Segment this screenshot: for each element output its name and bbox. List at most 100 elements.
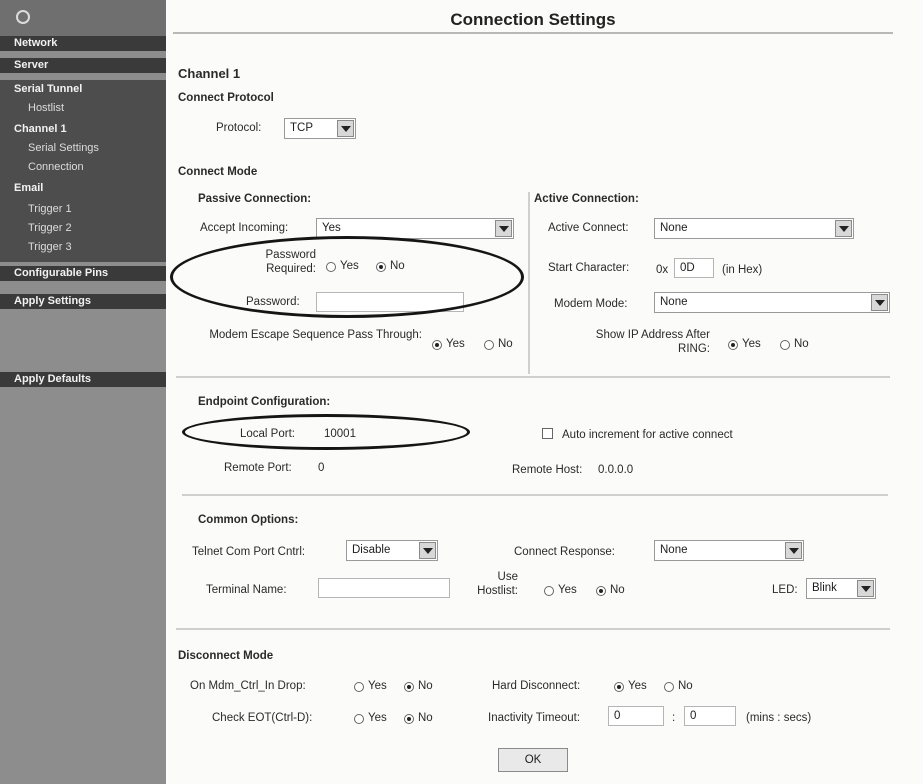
connect-response-select[interactable]: None — [654, 540, 804, 561]
connect-response-value: None — [660, 544, 688, 556]
show-ip-no-radio[interactable] — [780, 340, 790, 350]
show-ip-label: Show IP Address After RING: — [595, 329, 710, 355]
use-hostlist-yes-label: Yes — [558, 584, 577, 596]
ok-button[interactable]: OK — [498, 748, 568, 772]
local-port-annotation-ellipse — [182, 414, 470, 450]
use-hostlist-yes-radio[interactable] — [544, 586, 554, 596]
page-title: Connection Settings — [173, 8, 893, 34]
accept-incoming-value: Yes — [322, 222, 341, 234]
common-options-heading: Common Options: — [198, 514, 299, 526]
chevron-down-icon[interactable] — [857, 580, 874, 597]
show-ip-yes-radio[interactable] — [728, 340, 738, 350]
remote-host-label: Remote Host: — [512, 464, 583, 476]
led-value: Blink — [812, 582, 837, 594]
auto-increment-label: Auto increment for active connect — [562, 429, 733, 441]
led-label: LED: — [772, 584, 798, 596]
modem-escape-no-label: No — [498, 338, 513, 350]
chevron-down-icon[interactable] — [785, 542, 802, 559]
channel-heading: Channel 1 — [178, 66, 241, 81]
sidebar-item-configurable-pins[interactable]: Configurable Pins — [0, 266, 166, 281]
start-character-unit: (in Hex) — [722, 264, 763, 276]
use-hostlist-label: Use Hostlist: — [477, 571, 518, 597]
sidebar-item-trigger-3[interactable]: Trigger 3 — [0, 240, 166, 255]
divider — [176, 376, 890, 378]
main-panel — [166, 0, 923, 784]
terminal-name-label: Terminal Name: — [206, 584, 287, 596]
chevron-down-icon[interactable] — [835, 220, 852, 237]
inactivity-sec-input[interactable]: 0 — [684, 706, 736, 726]
modem-mode-label: Modem Mode: — [554, 298, 628, 310]
modem-escape-yes-label: Yes — [446, 338, 465, 350]
sidebar-item-trigger-2[interactable]: Trigger 2 — [0, 221, 166, 236]
modem-escape-label: Modem Escape Sequence Pass Through: — [209, 329, 422, 341]
sidebar-item-hostlist[interactable]: Hostlist — [0, 101, 166, 116]
hard-disconnect-yes-label: Yes — [628, 680, 647, 692]
show-ip-yes-label: Yes — [742, 338, 761, 350]
protocol-select[interactable]: TCP — [284, 118, 356, 139]
connect-protocol-heading: Connect Protocol — [178, 92, 274, 104]
passive-connection-heading: Passive Connection: — [198, 193, 312, 205]
logo-icon — [16, 10, 30, 24]
check-eot-label: Check EOT(Ctrl-D): — [212, 712, 313, 724]
inactivity-timeout-label: Inactivity Timeout: — [488, 712, 581, 724]
sidebar-item-apply-settings[interactable]: Apply Settings — [0, 294, 166, 309]
led-select[interactable]: Blink — [806, 578, 876, 599]
auto-increment-checkbox[interactable] — [542, 428, 553, 439]
on-mdm-label: On Mdm_Ctrl_In Drop: — [190, 680, 306, 692]
sidebar-item-email[interactable]: Email — [0, 181, 166, 196]
sidebar-item-connection[interactable]: Connection — [0, 160, 166, 175]
sidebar: Network Server Serial Tunnel Hostlist Ch… — [0, 0, 166, 784]
terminal-name-input[interactable] — [318, 578, 450, 598]
start-character-prefix: 0x — [656, 264, 669, 276]
use-hostlist-no-label: No — [610, 584, 625, 596]
chevron-down-icon[interactable] — [495, 220, 512, 237]
accept-incoming-label: Accept Incoming: — [200, 222, 289, 234]
disconnect-mode-heading: Disconnect Mode — [178, 650, 274, 662]
hard-disconnect-no-radio[interactable] — [664, 682, 674, 692]
active-connection-heading: Active Connection: — [534, 193, 639, 205]
modem-escape-no-radio[interactable] — [484, 340, 494, 350]
logo-bar — [0, 0, 166, 36]
active-connect-label: Active Connect: — [548, 222, 629, 234]
sidebar-item-apply-defaults[interactable]: Apply Defaults — [0, 372, 166, 387]
remote-host-value[interactable]: 0.0.0.0 — [598, 464, 633, 476]
check-eot-no-label: No — [418, 712, 433, 724]
inactivity-min-input[interactable]: 0 — [608, 706, 664, 726]
start-character-input[interactable]: 0D — [674, 258, 714, 278]
connect-mode-heading: Connect Mode — [178, 166, 258, 178]
divider — [176, 628, 890, 630]
sidebar-item-serial-tunnel[interactable]: Serial Tunnel — [0, 82, 166, 97]
remote-port-value[interactable]: 0 — [318, 462, 324, 474]
inactivity-sec-value: 0 — [690, 710, 697, 722]
chevron-down-icon[interactable] — [419, 542, 436, 559]
modem-escape-yes-radio[interactable] — [432, 340, 442, 350]
check-eot-yes-radio[interactable] — [354, 714, 364, 724]
hard-disconnect-yes-radio[interactable] — [614, 682, 624, 692]
on-mdm-no-label: No — [418, 680, 433, 692]
protocol-label: Protocol: — [216, 122, 262, 134]
divider — [182, 494, 888, 496]
on-mdm-no-radio[interactable] — [404, 682, 414, 692]
chevron-down-icon[interactable] — [871, 294, 888, 311]
start-character-value: 0D — [680, 262, 695, 274]
inactivity-unit: (mins : secs) — [746, 712, 812, 724]
sidebar-item-server[interactable]: Server — [0, 58, 166, 73]
telnet-value: Disable — [352, 544, 391, 556]
inactivity-min-value: 0 — [614, 710, 621, 722]
telnet-select[interactable]: Disable — [346, 540, 438, 561]
check-eot-no-radio[interactable] — [404, 714, 414, 724]
sidebar-item-serial-settings[interactable]: Serial Settings — [0, 141, 166, 156]
sidebar-item-trigger-1[interactable]: Trigger 1 — [0, 202, 166, 217]
endpoint-heading: Endpoint Configuration: — [198, 396, 331, 408]
password-annotation-ellipse — [170, 236, 524, 318]
telnet-label: Telnet Com Port Cntrl: — [192, 546, 306, 558]
connect-response-label: Connect Response: — [514, 546, 616, 558]
on-mdm-yes-radio[interactable] — [354, 682, 364, 692]
remote-port-label: Remote Port: — [224, 462, 292, 474]
sidebar-item-network[interactable]: Network — [0, 36, 166, 51]
use-hostlist-no-radio[interactable] — [596, 586, 606, 596]
active-connect-select[interactable]: None — [654, 218, 854, 239]
chevron-down-icon[interactable] — [337, 120, 354, 137]
modem-mode-select[interactable]: None — [654, 292, 890, 313]
sidebar-item-channel-1[interactable]: Channel 1 — [0, 122, 166, 137]
